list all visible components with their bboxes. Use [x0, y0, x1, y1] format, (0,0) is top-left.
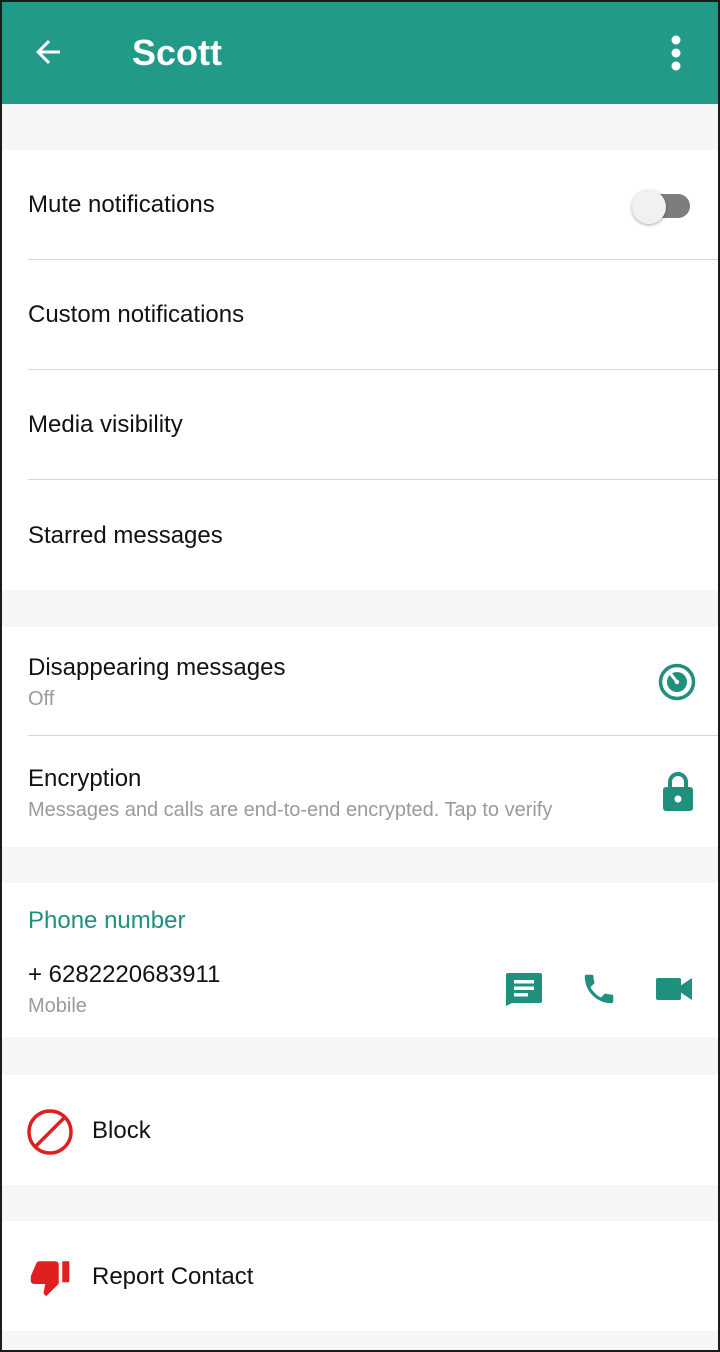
report-contact-row[interactable]: Report Contact	[0, 1221, 720, 1331]
phone-icon[interactable]	[578, 967, 620, 1011]
block-icon	[26, 1108, 74, 1156]
app-bar: Scott	[0, 0, 720, 104]
starred-messages-label: Starred messages	[28, 522, 223, 549]
disappearing-messages-value: Off	[28, 688, 55, 710]
message-icon[interactable]	[502, 967, 546, 1011]
custom-notifications-label: Custom notifications	[28, 301, 245, 328]
mute-notifications-row[interactable]: Mute notifications	[0, 150, 720, 260]
disappearing-messages-row[interactable]: Disappearing messages Off	[0, 627, 720, 736]
block-row[interactable]: Block	[0, 1075, 720, 1185]
report-contact-label: Report Contact	[92, 1263, 254, 1290]
encryption-description: Messages and calls are end-to-end encryp…	[28, 799, 553, 821]
phone-section-title: Phone number	[28, 907, 186, 934]
timer-icon	[655, 660, 699, 704]
back-button[interactable]	[26, 30, 70, 74]
lock-icon	[658, 769, 698, 813]
divider	[28, 735, 720, 736]
thumb-down-icon	[26, 1255, 74, 1299]
page-title: Scott	[132, 32, 222, 73]
disappearing-messages-label: Disappearing messages	[28, 654, 286, 681]
media-visibility-label: Media visibility	[28, 411, 183, 438]
custom-notifications-row[interactable]: Custom notifications	[0, 260, 720, 370]
phone-type: Mobile	[28, 995, 87, 1017]
mute-notifications-toggle[interactable]	[632, 190, 692, 224]
phone-number: + 6282220683911	[28, 961, 221, 988]
video-icon[interactable]	[652, 967, 696, 1011]
more-options-button[interactable]	[656, 30, 696, 76]
more-vert-icon	[671, 35, 681, 71]
toggle-knob	[632, 190, 666, 224]
encryption-row[interactable]: Encryption Messages and calls are end-to…	[0, 737, 720, 847]
mute-notifications-label: Mute notifications	[28, 191, 215, 218]
arrow-left-icon	[36, 40, 60, 64]
block-label: Block	[92, 1117, 151, 1144]
encryption-label: Encryption	[28, 765, 142, 792]
starred-messages-row[interactable]: Starred messages	[0, 480, 720, 590]
media-visibility-row[interactable]: Media visibility	[0, 370, 720, 480]
